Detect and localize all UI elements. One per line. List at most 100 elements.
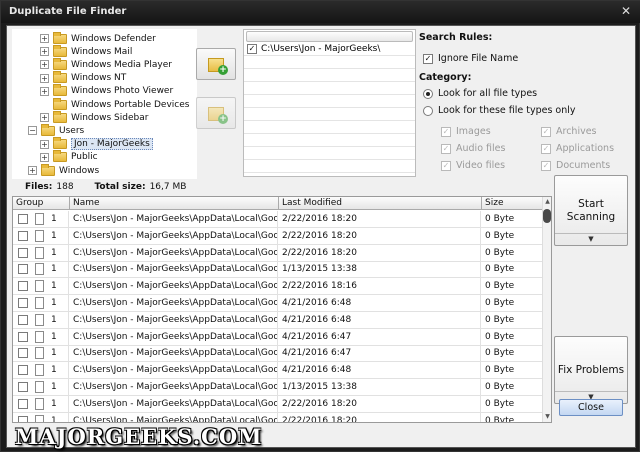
table-row[interactable]: 1 C:\Users\Jon - MajorGeeks\AppData\Local…	[13, 412, 543, 423]
row-checkbox[interactable]	[18, 398, 28, 409]
row-checkbox[interactable]	[18, 230, 28, 241]
row-checkbox[interactable]	[18, 247, 28, 258]
results-table[interactable]: Group Name Last Modified Size 1 C:\Users\…	[12, 196, 552, 423]
tree-item[interactable]: + Windows Media Player	[40, 57, 172, 71]
table-row[interactable]: 1 C:\Users\Jon - MajorGeeks\AppData\Local…	[13, 362, 543, 380]
row-checkbox[interactable]	[18, 331, 28, 342]
row-checkbox[interactable]	[18, 281, 28, 292]
add-subfolder-button[interactable]: +	[196, 97, 236, 129]
start-scanning-button[interactable]: Start Scanning ▼	[554, 175, 628, 246]
folder-checkbox[interactable]	[247, 44, 257, 54]
checkbox[interactable]	[441, 160, 451, 171]
fix-problems-button[interactable]: Fix Problems ▼	[554, 336, 628, 404]
type-images-checkbox[interactable]: Images	[441, 126, 491, 137]
tree-item[interactable]: + Windows Mail	[40, 44, 132, 58]
table-row[interactable]: 1 C:\Users\Jon - MajorGeeks\AppData\Local…	[13, 328, 543, 346]
checkbox[interactable]	[541, 126, 551, 137]
type-archives-checkbox[interactable]: Archives	[541, 126, 597, 137]
search-folder-list[interactable]: C:\Users\Jon - MajorGeeks\	[243, 29, 416, 177]
table-row[interactable]: 1 C:\Users\Jon - MajorGeeks\AppData\Local…	[13, 395, 543, 413]
table-row[interactable]: 1 C:\Users\Jon - MajorGeeks\AppData\Local…	[13, 278, 543, 296]
column-header-last-modified[interactable]: Last Modified	[279, 197, 482, 210]
name-cell: C:\Users\Jon - MajorGeeks\AppData\Local\…	[70, 244, 278, 262]
tree-expander-icon[interactable]: +	[40, 113, 49, 123]
radio-all-file-types[interactable]: Look for all file types	[423, 88, 537, 99]
size-cell: 0 Byte	[485, 298, 515, 308]
folder-icon	[53, 137, 67, 150]
type-video-files-checkbox[interactable]: Video files	[441, 160, 505, 171]
table-scrollbar[interactable]: ▲ ▼	[542, 197, 551, 422]
file-icon	[35, 330, 44, 343]
last-modified-cell: 4/21/2016 6:48	[279, 311, 481, 329]
checkbox[interactable]	[441, 143, 451, 154]
title-bar[interactable]: Duplicate File Finder ✕	[1, 1, 640, 23]
row-checkbox[interactable]	[18, 382, 28, 392]
tree-item[interactable]: + Jon - MajorGeeks	[40, 137, 153, 151]
tree-item[interactable]: + Windows Photo Viewer	[40, 84, 173, 98]
row-checkbox[interactable]	[18, 314, 28, 325]
tree-expander-icon[interactable]: +	[40, 73, 49, 83]
scroll-down-icon[interactable]: ▼	[543, 412, 551, 422]
row-checkbox[interactable]	[18, 214, 28, 224]
tree-expander-icon[interactable]: +	[40, 47, 49, 57]
window-close-icon[interactable]: ✕	[621, 4, 631, 18]
size-cell: 0 Byte	[485, 415, 515, 423]
scroll-up-icon[interactable]: ▲	[543, 197, 551, 207]
column-header-size[interactable]: Size	[482, 197, 543, 210]
checkbox[interactable]	[541, 143, 551, 154]
checkbox[interactable]	[541, 160, 551, 171]
type-audio-files-checkbox[interactable]: Audio files	[441, 143, 505, 154]
row-checkbox[interactable]	[18, 348, 28, 359]
table-row[interactable]: 1 C:\Users\Jon - MajorGeeks\AppData\Local…	[13, 345, 543, 363]
tree-item[interactable]: + Windows	[28, 163, 99, 177]
table-row[interactable]: 1 C:\Users\Jon - MajorGeeks\AppData\Local…	[13, 261, 543, 279]
tree-item[interactable]: + Public	[40, 150, 98, 164]
ignore-file-name-checkbox[interactable]: Ignore File Name	[423, 53, 518, 64]
table-row[interactable]: 1 C:\Users\Jon - MajorGeeks\AppData\Local…	[13, 379, 543, 396]
tree-item[interactable]: + Windows NT	[40, 71, 126, 85]
folder-icon	[53, 97, 67, 110]
tree-expander-icon[interactable]: −	[28, 126, 37, 136]
tree-item[interactable]: Windows Portable Devices	[40, 97, 189, 111]
row-checkbox[interactable]	[18, 298, 28, 308]
table-row[interactable]: 1 C:\Users\Jon - MajorGeeks\AppData\Local…	[13, 295, 543, 312]
tree-item[interactable]: + Windows Sidebar	[40, 110, 148, 124]
tree-item[interactable]: − Users	[28, 123, 84, 137]
radio-button[interactable]	[423, 88, 433, 99]
tree-expander-icon[interactable]: +	[40, 152, 49, 162]
row-checkbox[interactable]	[18, 365, 28, 376]
radio-these-file-types[interactable]: Look for these file types only	[423, 105, 576, 116]
checkbox[interactable]	[423, 53, 433, 64]
tree-expander-icon[interactable]: +	[40, 86, 49, 96]
list-item	[244, 134, 415, 147]
column-header-group[interactable]: Group	[13, 197, 70, 210]
table-row[interactable]: 1 C:\Users\Jon - MajorGeeks\AppData\Local…	[13, 244, 543, 262]
tree-expander-icon[interactable]: +	[28, 166, 37, 175]
radio-button[interactable]	[423, 105, 433, 116]
table-row[interactable]: 1 C:\Users\Jon - MajorGeeks\AppData\Local…	[13, 227, 543, 245]
last-modified-cell: 4/21/2016 6:48	[279, 362, 481, 380]
start-scanning-label: Start Scanning	[566, 198, 616, 223]
folder-icon	[41, 163, 55, 176]
files-count: 188	[56, 182, 74, 192]
column-header-name[interactable]: Name	[70, 197, 279, 210]
file-icon	[35, 297, 44, 309]
folder-list-item[interactable]: C:\Users\Jon - MajorGeeks\	[244, 43, 415, 56]
type-documents-checkbox[interactable]: Documents	[541, 160, 610, 171]
scroll-thumb[interactable]	[543, 209, 551, 223]
row-checkbox[interactable]	[18, 415, 28, 422]
type-applications-checkbox[interactable]: Applications	[541, 143, 614, 154]
row-checkbox[interactable]	[18, 264, 28, 275]
tree-expander-icon[interactable]: +	[40, 34, 49, 43]
tree-expander-icon[interactable]: +	[40, 139, 49, 149]
folder-tree[interactable]: + Windows Defender + Windows Mail + Windows M…	[12, 29, 197, 179]
tree-expander-icon[interactable]: +	[40, 60, 49, 70]
add-folder-button[interactable]: +	[196, 48, 236, 80]
tree-item[interactable]: + Windows Defender	[40, 31, 156, 45]
group-number: 1	[51, 365, 57, 376]
close-button[interactable]: Close	[559, 399, 623, 416]
checkbox[interactable]	[441, 126, 451, 137]
chevron-down-icon[interactable]: ▼	[555, 233, 627, 245]
table-row[interactable]: 1 C:\Users\Jon - MajorGeeks\AppData\Local…	[13, 211, 543, 228]
table-row[interactable]: 1 C:\Users\Jon - MajorGeeks\AppData\Local…	[13, 311, 543, 329]
